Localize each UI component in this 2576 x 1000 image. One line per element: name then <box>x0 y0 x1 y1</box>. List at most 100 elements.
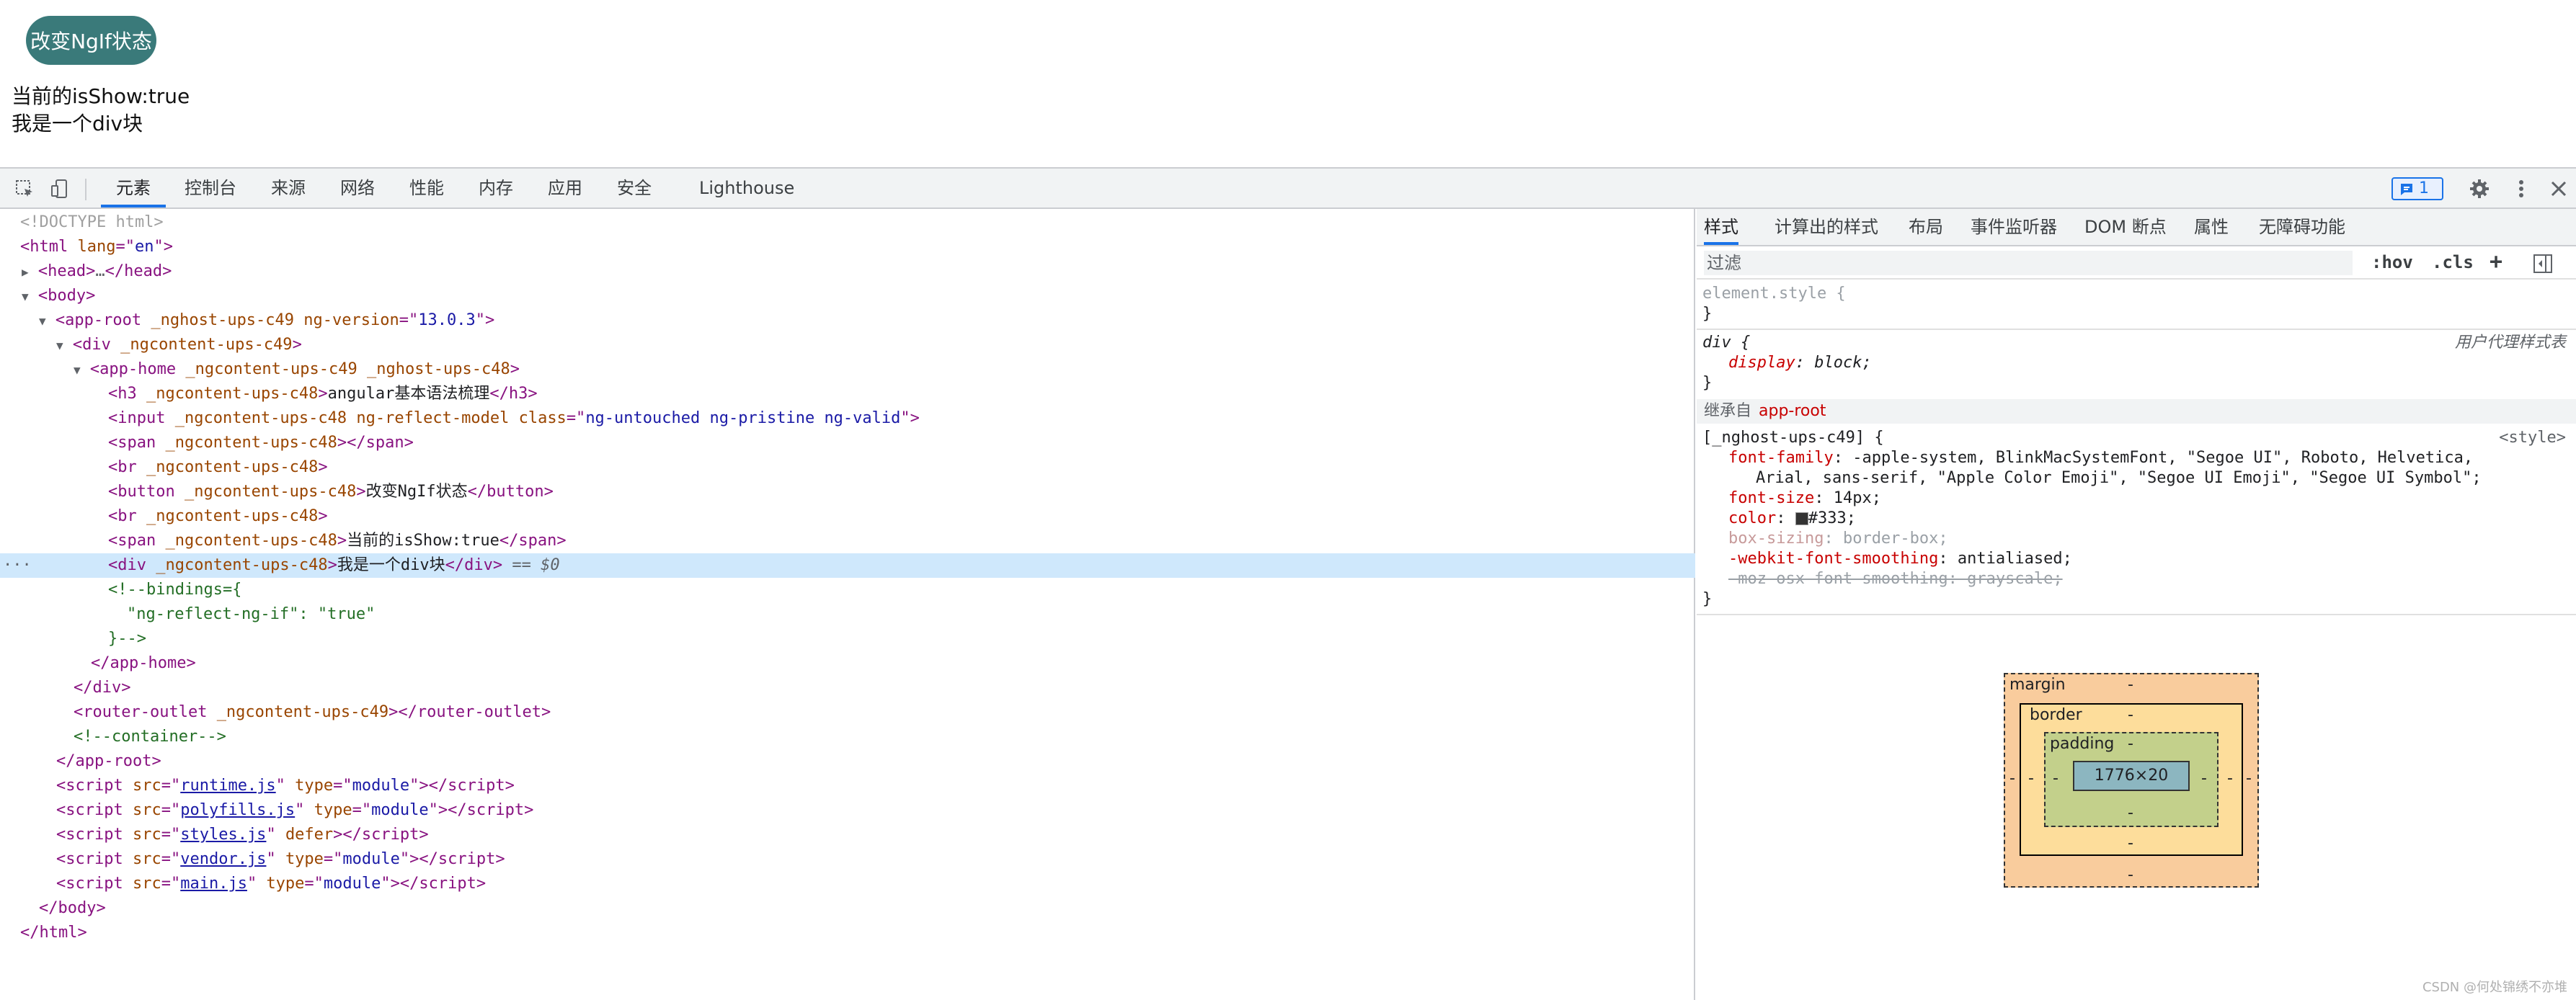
tab-properties[interactable]: 属性 <box>2194 209 2229 245</box>
inherited-from-header: 继承自 app-root <box>1697 399 2576 424</box>
padding-right-value[interactable]: - <box>2201 769 2207 787</box>
change-ngif-button[interactable]: 改变NgIf状态 <box>26 16 156 65</box>
element-style-selector[interactable]: element.style { <box>1702 284 1846 304</box>
class-toggle[interactable]: .cls <box>2432 252 2474 272</box>
tab-event-listeners[interactable]: 事件监听器 <box>1971 209 2057 245</box>
tab-elements[interactable]: 元素 <box>101 169 166 207</box>
styles-filter-input[interactable] <box>1704 251 2353 275</box>
div-close[interactable]: </div> <box>0 676 1695 700</box>
app-home-node[interactable]: ▼ <app-home _ngcontent-ups-c49 _nghost-u… <box>0 357 1695 382</box>
tab-sources[interactable]: 来源 <box>271 169 306 207</box>
container-comment[interactable]: <!--container--> <box>0 725 1695 749</box>
host-rule-selector[interactable]: [_nghost-ups-c49] { <box>1702 428 1884 448</box>
ua-rule-selector[interactable]: div { <box>1702 333 1750 353</box>
div-c49-node[interactable]: ▼ <div _ngcontent-ups-c49> <box>0 333 1695 357</box>
device-toolbar-icon[interactable] <box>49 177 72 200</box>
font-size-declaration[interactable]: font-size: 14px; <box>1702 488 1881 509</box>
margin-bottom-value[interactable]: - <box>2128 866 2133 884</box>
app-home-close[interactable]: </app-home> <box>0 651 1695 676</box>
collapse-triangle-icon[interactable]: ▼ <box>22 290 29 303</box>
more-vert-icon[interactable] <box>2510 177 2533 200</box>
border-top-value[interactable]: - <box>2128 706 2133 724</box>
button-node[interactable]: <button _ngcontent-ups-c48>改变NgIf状态</but… <box>0 480 1695 504</box>
devtools-panel: 元素 控制台 来源 网络 性能 内存 应用 安全 Lighthouse 1 <!… <box>0 167 2576 1000</box>
margin-top-value[interactable]: - <box>2128 676 2133 694</box>
body-close[interactable]: </body> <box>0 896 1695 921</box>
issues-badge[interactable]: 1 <box>2391 177 2443 200</box>
tab-security[interactable]: 安全 <box>617 169 652 207</box>
script-vendor-node[interactable]: <script src="vendor.js" type="module"></… <box>0 847 1695 872</box>
tab-lighthouse[interactable]: Lighthouse <box>699 169 794 207</box>
selected-div-node[interactable]: ··· <div _ngcontent-ups-c48>我是一个div块</div… <box>0 553 1695 578</box>
elements-tree: <!DOCTYPE html> <html lang="en"> ▶ <head… <box>0 209 1695 1000</box>
padding-left-value[interactable]: - <box>2053 769 2058 787</box>
app-root-node[interactable]: ▼ <app-root _nghost-ups-c49 ng-version="… <box>0 308 1695 333</box>
tab-styles[interactable]: 样式 <box>1704 209 1738 245</box>
bindings-comment[interactable]: <!--bindings={ <box>0 578 1695 602</box>
margin-right-value[interactable]: - <box>2246 769 2252 787</box>
tab-application[interactable]: 应用 <box>548 169 582 207</box>
ua-display-declaration[interactable]: display: block; <box>1702 353 1872 373</box>
tab-accessibility[interactable]: 无障碍功能 <box>2259 209 2345 245</box>
script-main-node[interactable]: <script src="main.js" type="module"></sc… <box>0 872 1695 896</box>
collapse-triangle-icon[interactable]: ▼ <box>74 363 81 377</box>
body-node[interactable]: ▼ <body> <box>0 284 1695 308</box>
font-family-continuation: Arial, sans-serif, "Apple Color Emoji", … <box>1756 469 2482 487</box>
input-node[interactable]: <input _ngcontent-ups-c48 ng-reflect-mod… <box>0 406 1695 431</box>
script-link[interactable]: vendor.js <box>180 850 266 868</box>
tab-computed[interactable]: 计算出的样式 <box>1775 209 1878 245</box>
tab-layout[interactable]: 布局 <box>1909 209 1943 245</box>
span-empty-node[interactable]: <span _ngcontent-ups-c48></span> <box>0 431 1695 455</box>
html-node[interactable]: <html lang="en"> <box>0 235 1695 259</box>
script-styles-node[interactable]: <script src="styles.js" defer></script> <box>0 823 1695 847</box>
color-declaration[interactable]: color: #333; <box>1702 509 1856 529</box>
host-rule-source[interactable]: <style> <box>2499 428 2566 448</box>
collapse-triangle-icon[interactable]: ▼ <box>56 339 63 352</box>
new-rule-button[interactable]: + <box>2490 249 2502 274</box>
border-left-value[interactable]: - <box>2028 769 2034 787</box>
inspect-element-icon[interactable] <box>13 177 36 200</box>
tab-console[interactable]: 控制台 <box>185 169 236 207</box>
script-link[interactable]: main.js <box>180 875 247 893</box>
collapse-triangle-icon[interactable]: ▼ <box>39 314 46 328</box>
toggle-sidebar-icon[interactable] <box>2533 254 2553 277</box>
bindings-comment-end[interactable]: }--> <box>0 627 1695 651</box>
ua-stylesheet-source: 用户代理样式表 <box>2454 334 2566 352</box>
script-runtime-node[interactable]: <script src="runtime.js" type="module"><… <box>0 774 1695 798</box>
tab-network[interactable]: 网络 <box>340 169 375 207</box>
row-menu-icon[interactable]: ··· <box>3 553 32 578</box>
padding-bottom-value[interactable]: - <box>2128 804 2133 822</box>
script-link[interactable]: styles.js <box>180 826 266 844</box>
script-link[interactable]: polyfills.js <box>180 801 295 819</box>
color-swatch[interactable] <box>1795 512 1808 525</box>
script-polyfills-node[interactable]: <script src="polyfills.js" type="module"… <box>0 798 1695 823</box>
webkit-smoothing-declaration[interactable]: -webkit-font-smoothing: antialiased; <box>1702 549 2072 569</box>
hover-state-toggle[interactable]: :hov <box>2371 252 2413 272</box>
padding-top-value[interactable]: - <box>2128 735 2133 753</box>
expand-triangle-icon[interactable]: ▶ <box>22 265 29 279</box>
box-model-content[interactable]: 1776×20 <box>2073 761 2190 791</box>
script-link[interactable]: runtime.js <box>180 777 275 795</box>
font-family-declaration[interactable]: font-family: -apple-system, BlinkMacSyst… <box>1702 448 2473 468</box>
close-icon[interactable] <box>2547 177 2570 200</box>
border-right-value[interactable]: - <box>2227 769 2233 787</box>
h3-node[interactable]: <h3 _ngcontent-ups-c48>angular基本语法梳理</h3… <box>0 382 1695 406</box>
router-outlet-node[interactable]: <router-outlet _ngcontent-ups-c49></rout… <box>0 700 1695 725</box>
margin-left-value[interactable]: - <box>2009 769 2015 787</box>
doctype-node[interactable]: <!DOCTYPE html> <box>0 210 1695 235</box>
box-sizing-declaration[interactable]: box-sizing: border-box; <box>1702 529 1948 549</box>
tab-dom-breakpoints[interactable]: DOM 断点 <box>2084 209 2167 245</box>
gear-icon[interactable] <box>2468 177 2491 200</box>
border-bottom-value[interactable]: - <box>2128 834 2133 852</box>
moz-smoothing-declaration[interactable]: -moz-osx-font-smoothing: grayscale; <box>1702 569 2063 589</box>
tab-memory[interactable]: 内存 <box>479 169 513 207</box>
bindings-comment-body[interactable]: "ng-reflect-ng-if": "true" <box>0 602 1695 627</box>
html-close[interactable]: </html> <box>0 921 1695 945</box>
head-node[interactable]: ▶ <head>…</head> <box>0 259 1695 284</box>
app-root-close[interactable]: </app-root> <box>0 749 1695 774</box>
br-node[interactable]: <br _ngcontent-ups-c48> <box>0 504 1695 529</box>
inherited-from-link[interactable]: app-root <box>1759 402 1826 420</box>
tab-performance[interactable]: 性能 <box>409 169 444 207</box>
span-status-node[interactable]: <span _ngcontent-ups-c48>当前的isShow:true<… <box>0 529 1695 553</box>
br-node[interactable]: <br _ngcontent-ups-c48> <box>0 455 1695 480</box>
